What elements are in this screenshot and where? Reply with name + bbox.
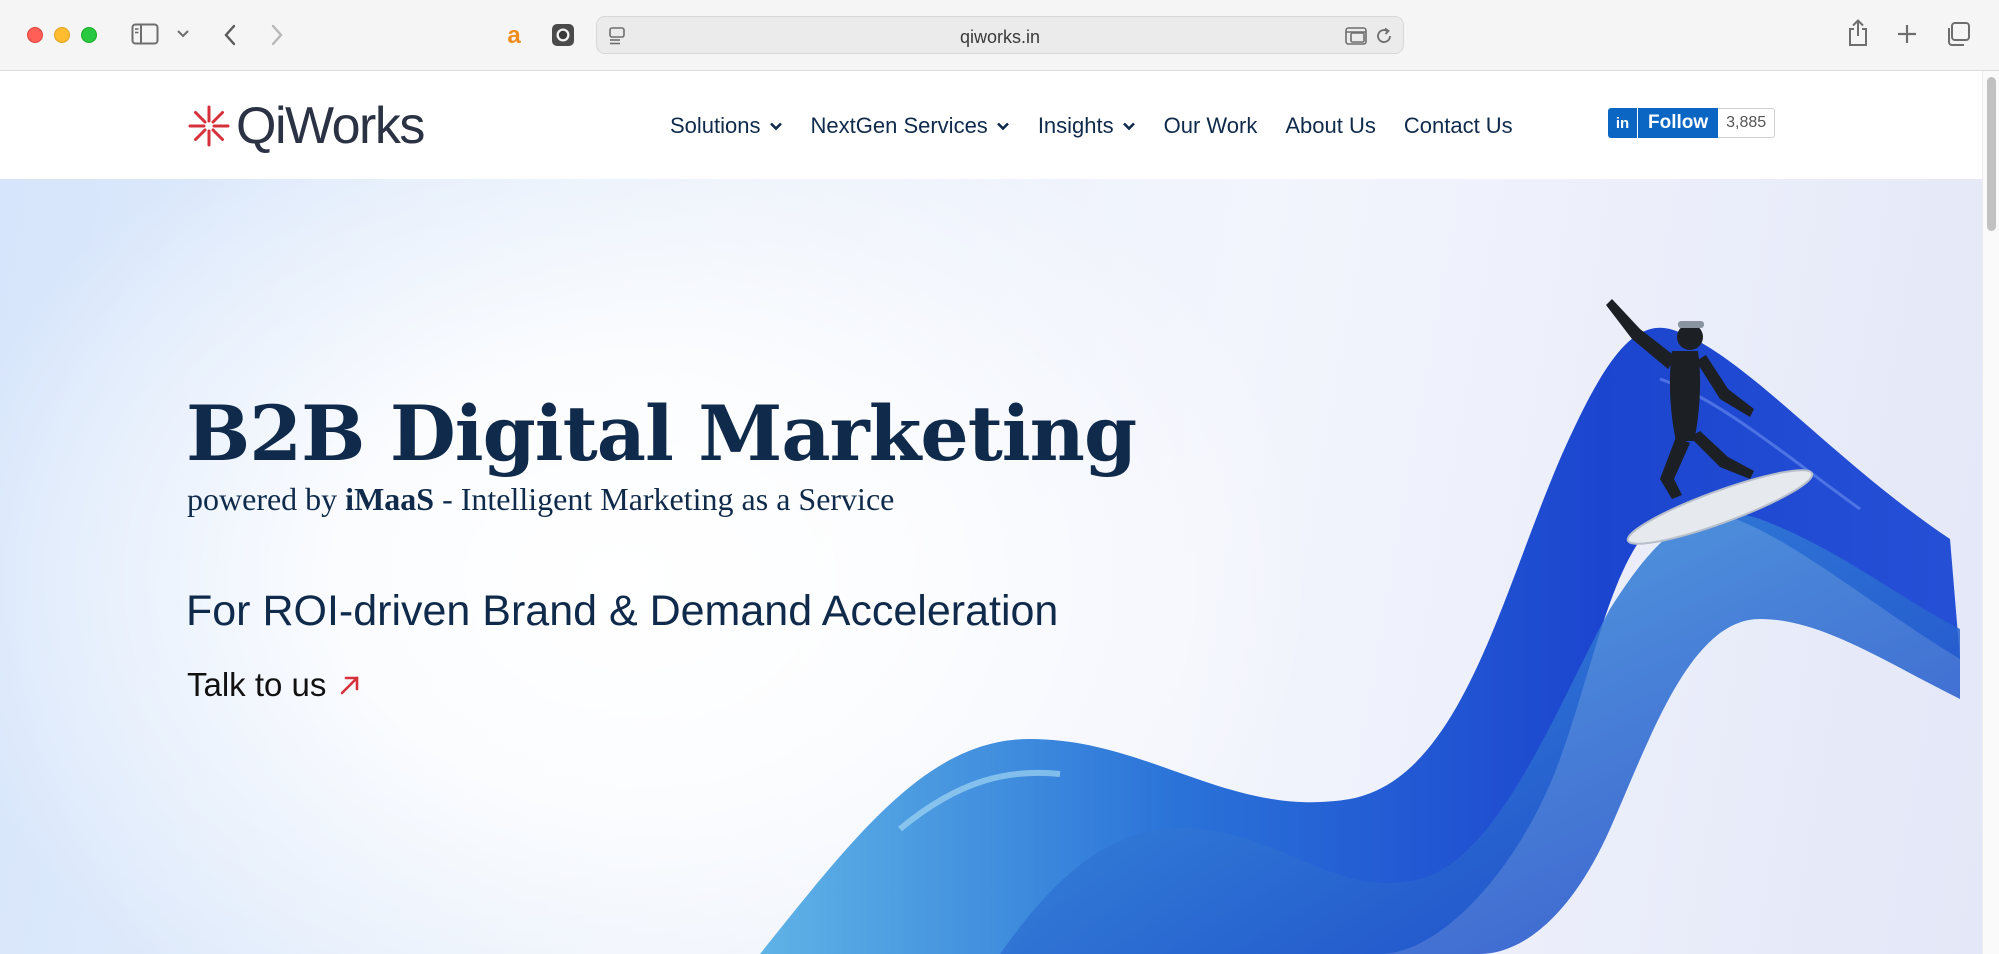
- main-navigation: Solutions NextGen Services Insights Our …: [670, 111, 1513, 141]
- hero-section: B2B Digital Marketing powered by iMaaS -…: [0, 179, 1982, 954]
- nav-item-label: Contact Us: [1403, 113, 1513, 138]
- starburst-logo-icon: [188, 105, 230, 147]
- chevron-down-icon: [769, 122, 782, 131]
- logo-wordmark: QiWorks: [236, 97, 425, 155]
- nav-item-label: Solutions: [670, 113, 761, 138]
- hero-subtitle-prefix: powered by: [187, 481, 346, 517]
- nav-item-about-us[interactable]: About Us: [1285, 113, 1376, 139]
- sidebar-toggle-button[interactable]: [131, 22, 159, 46]
- picture-in-picture-icon[interactable]: [1345, 27, 1367, 45]
- hero-title: B2B Digital Marketing: [186, 389, 1137, 478]
- nav-item-label: NextGen Services: [810, 113, 988, 138]
- amazon-assistant-extension[interactable]: a: [500, 21, 528, 49]
- nav-item-label: Insights: [1037, 113, 1114, 138]
- scrollbar-thumb[interactable]: [1987, 77, 1996, 231]
- back-button[interactable]: [219, 22, 241, 48]
- site-logo[interactable]: QiWorks: [186, 97, 425, 155]
- linkedin-follower-count: 3,885: [1718, 108, 1776, 138]
- talk-to-us-label: Talk to us: [187, 666, 327, 703]
- linkedin-follow-label: Follow: [1648, 112, 1709, 133]
- browser-toolbar: a qiworks.in: [0, 0, 1999, 71]
- linkedin-follow-widget: in Follow 3,885: [1608, 108, 1776, 138]
- linkedin-icon: in: [1608, 108, 1638, 138]
- chevron-down-icon: [1122, 122, 1135, 131]
- nav-item-label: About Us: [1285, 113, 1376, 138]
- hero-subtitle: powered by iMaaS - Intelligent Marketing…: [187, 481, 894, 518]
- hero-subtitle-suffix: - Intelligent Marketing as a Service: [434, 481, 895, 517]
- reload-icon[interactable]: [1374, 26, 1394, 46]
- hero-tagline: For ROI-driven Brand & Demand Accelerati…: [186, 587, 1059, 635]
- plus-icon: [1898, 25, 1916, 43]
- arrow-up-right-icon: [341, 676, 359, 695]
- address-bar[interactable]: qiworks.in: [596, 16, 1404, 54]
- nav-item-insights[interactable]: Insights: [1038, 113, 1136, 139]
- tab-group-menu-button[interactable]: [175, 26, 191, 42]
- chevron-right-icon: [271, 24, 283, 46]
- chevron-down-icon: [996, 122, 1009, 131]
- forward-button[interactable]: [266, 22, 288, 48]
- page-scrollbar[interactable]: [1982, 71, 1999, 954]
- chevron-left-icon: [224, 24, 236, 46]
- tab-overview-button[interactable]: [1945, 21, 1971, 47]
- close-window-button[interactable]: [27, 27, 43, 43]
- nav-item-contact-us[interactable]: Contact Us: [1404, 113, 1513, 139]
- tabs-overview-icon: [1948, 22, 1970, 46]
- hero-subtitle-brand: iMaaS: [345, 481, 435, 517]
- record-icon: [552, 24, 574, 46]
- surfer-wave-illustration: [760, 299, 1960, 954]
- minimize-window-button[interactable]: [54, 27, 70, 43]
- nav-item-solutions[interactable]: Solutions: [670, 113, 783, 139]
- site-header: QiWorks Solutions NextGen Services Insig…: [0, 71, 1982, 179]
- svg-text:a: a: [507, 22, 521, 48]
- url-text: qiworks.in: [959, 27, 1041, 47]
- share-button[interactable]: [1845, 18, 1871, 48]
- amazon-a-icon: a: [501, 22, 527, 48]
- share-icon: [1849, 19, 1867, 46]
- linkedin-follow-button[interactable]: in Follow: [1608, 108, 1719, 138]
- sidebar-icon: [131, 23, 159, 45]
- chevron-down-icon: [177, 30, 189, 38]
- talk-to-us-link[interactable]: Talk to us: [187, 666, 362, 704]
- nav-item-nextgen-services[interactable]: NextGen Services: [811, 113, 1010, 139]
- new-tab-button[interactable]: [1895, 22, 1919, 46]
- zoom-window-button[interactable]: [81, 27, 97, 43]
- nav-item-our-work[interactable]: Our Work: [1164, 113, 1258, 139]
- screen-record-extension[interactable]: [550, 22, 576, 48]
- nav-item-label: Our Work: [1163, 113, 1258, 138]
